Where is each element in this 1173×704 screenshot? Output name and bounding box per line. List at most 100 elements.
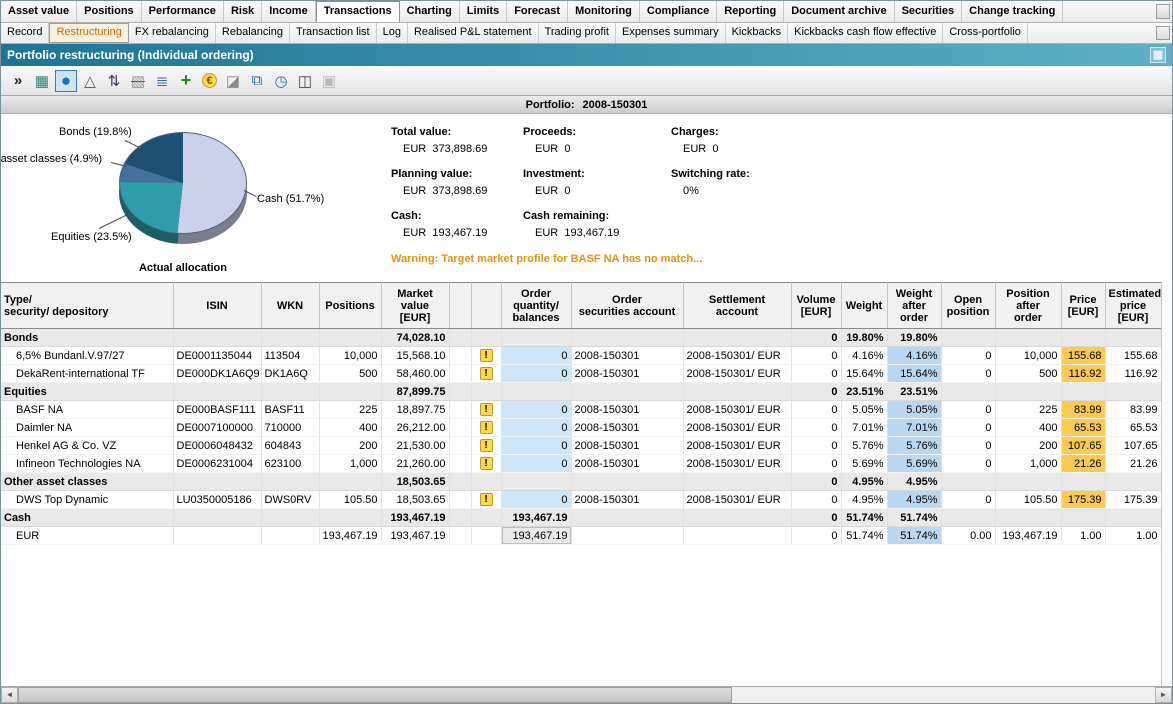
- clock-icon[interactable]: ◷: [270, 70, 292, 92]
- column-header-settlement-account[interactable]: Settlement account: [683, 283, 791, 329]
- subtabbar-overflow-button[interactable]: [1156, 26, 1170, 40]
- cell-order_qty[interactable]: 0: [501, 347, 571, 365]
- subtab-trading-profit[interactable]: Trading profit: [539, 23, 616, 43]
- tabbar-overflow-button[interactable]: [1156, 4, 1170, 19]
- tab-securities[interactable]: Securities: [895, 1, 963, 22]
- subtab-record[interactable]: Record: [1, 23, 49, 43]
- cell-order_qty: [501, 473, 571, 491]
- subtab-restructuring[interactable]: Restructuring: [49, 23, 128, 43]
- tab-reporting[interactable]: Reporting: [717, 1, 784, 22]
- tab-risk[interactable]: Risk: [224, 1, 262, 22]
- cell-order_account: 2008-150301: [571, 401, 683, 419]
- scroll-left-button[interactable]: ◄: [1, 687, 18, 703]
- security-row-basf-na[interactable]: BASF NADE000BASF111BASF1122518,897.75!02…: [1, 401, 1161, 419]
- subtab-log[interactable]: Log: [377, 23, 408, 43]
- globe-icon[interactable]: ●: [55, 70, 77, 92]
- tab-limits[interactable]: Limits: [460, 1, 507, 22]
- group-row-cash[interactable]: Cash193,467.19193,467.19051.74%51.74%: [1, 509, 1161, 527]
- security-row-infineon-technologies-na[interactable]: Infineon Technologies NADE00062310046231…: [1, 455, 1161, 473]
- cell-order_qty[interactable]: 0: [501, 401, 571, 419]
- scroll-right-button[interactable]: ►: [1155, 687, 1172, 703]
- tab-compliance[interactable]: Compliance: [640, 1, 717, 22]
- security-row-6-5-bundanl-v-97-27[interactable]: 6,5% Bundanl.V.97/27DE000113504411350410…: [1, 347, 1161, 365]
- warning-icon[interactable]: !: [480, 349, 493, 362]
- security-row-daimler-na[interactable]: Daimler NADE000710000071000040026,212.00…: [1, 419, 1161, 437]
- subtab-fx-rebalancing[interactable]: FX rebalancing: [129, 23, 216, 43]
- tab-positions[interactable]: Positions: [77, 1, 142, 22]
- column-header-type-security-depository[interactable]: Type/ security/ depository: [1, 283, 173, 329]
- column-header-volume-eur[interactable]: Volume [EUR]: [791, 283, 841, 329]
- group-row-other-asset-classes[interactable]: Other asset classes18,503.6504.95%4.95%: [1, 473, 1161, 491]
- positions-sort-icon[interactable]: ⇅: [103, 70, 125, 92]
- group-row-bonds[interactable]: Bonds74,028.10019.80%19.80%: [1, 329, 1161, 347]
- scrollbar-thumb[interactable]: [18, 687, 732, 703]
- column-header-weight[interactable]: Weight: [841, 283, 887, 329]
- chart-disabled-icon[interactable]: ▧: [127, 70, 149, 92]
- warning-icon[interactable]: !: [480, 493, 493, 506]
- summary-label: Cash remaining:: [523, 210, 671, 222]
- column-header-positions[interactable]: Positions: [319, 283, 381, 329]
- security-row-eur[interactable]: EUR193,467.19193,467.19193,467.19051.74%…: [1, 527, 1161, 545]
- column-header-weight-after-order[interactable]: Weight after order: [887, 283, 941, 329]
- tab-asset-value[interactable]: Asset value: [1, 1, 77, 22]
- subtab-realised-p-l-statement[interactable]: Realised P&L statement: [408, 23, 539, 43]
- delta-icon[interactable]: △: [79, 70, 101, 92]
- scrollbar-track[interactable]: [732, 687, 1155, 703]
- tab-monitoring[interactable]: Monitoring: [568, 1, 640, 22]
- column-header-wkn[interactable]: WKN: [261, 283, 319, 329]
- column-header-position-after-order[interactable]: Position after order: [995, 283, 1061, 329]
- paste-icon[interactable]: ⧉: [246, 70, 268, 92]
- column-header-price-eur[interactable]: Price [EUR]: [1061, 283, 1105, 329]
- report-table-icon[interactable]: ▦: [31, 70, 53, 92]
- cell-settlement: 2008-150301/ EUR: [683, 437, 791, 455]
- warning-icon[interactable]: !: [480, 457, 493, 470]
- subtab-kickbacks[interactable]: Kickbacks: [726, 23, 789, 43]
- tab-performance[interactable]: Performance: [142, 1, 224, 22]
- subtab-kickbacks-cash-flow-effective[interactable]: Kickbacks cash flow effective: [788, 23, 943, 43]
- security-row-dekarent-international-tf[interactable]: DekaRent-international TFDE000DK1A6Q9DK1…: [1, 365, 1161, 383]
- copy-icon[interactable]: ▣: [318, 70, 340, 92]
- column-header-estimated-price-eur[interactable]: Estimated price [EUR]: [1105, 283, 1161, 329]
- euro-icon[interactable]: €: [202, 73, 217, 88]
- cell-order_qty[interactable]: 0: [501, 491, 571, 509]
- tab-forecast[interactable]: Forecast: [507, 1, 568, 22]
- eraser-icon[interactable]: ◪: [222, 70, 244, 92]
- sliders-icon[interactable]: ≣: [151, 70, 173, 92]
- more-icon[interactable]: »: [7, 70, 29, 92]
- cell-order_qty[interactable]: 0: [501, 365, 571, 383]
- column-header-order-securities-account[interactable]: Order securities account: [571, 283, 683, 329]
- column-header-blank[interactable]: [471, 283, 501, 329]
- tab-document-archive[interactable]: Document archive: [784, 1, 894, 22]
- column-header-isin[interactable]: ISIN: [173, 283, 261, 329]
- warning-icon[interactable]: !: [480, 439, 493, 452]
- cell-order_qty[interactable]: 193,467.19: [501, 527, 571, 545]
- column-header-market-value-eur[interactable]: Market value [EUR]: [381, 283, 449, 329]
- titlebar-grid-icon[interactable]: ▦: [1150, 47, 1166, 63]
- tab-transactions[interactable]: Transactions: [316, 1, 400, 22]
- subtab-transaction-list[interactable]: Transaction list: [290, 23, 377, 43]
- vertical-scrollbar-track[interactable]: [1161, 282, 1172, 686]
- warning-cell: !: [471, 401, 501, 419]
- subtab-cross-portfolio[interactable]: Cross-portfolio: [943, 23, 1028, 43]
- cell-order_qty[interactable]: 0: [501, 455, 571, 473]
- security-row-dws-top-dynamic[interactable]: DWS Top DynamicLU0350005186DWS0RV105.501…: [1, 491, 1161, 509]
- group-row-equities[interactable]: Equities87,899.75023.51%23.51%: [1, 383, 1161, 401]
- tab-change-tracking[interactable]: Change tracking: [962, 1, 1063, 22]
- tab-charting[interactable]: Charting: [400, 1, 460, 22]
- column-header-blank[interactable]: [449, 283, 471, 329]
- warning-icon[interactable]: !: [480, 403, 493, 416]
- warning-icon[interactable]: !: [480, 367, 493, 380]
- cell-order_qty[interactable]: 0: [501, 437, 571, 455]
- horizontal-scrollbar[interactable]: ◄ ►: [1, 686, 1172, 703]
- subtab-expenses-summary[interactable]: Expenses summary: [616, 23, 726, 43]
- add-icon[interactable]: +: [175, 70, 197, 92]
- column-header-order-quantity-balances[interactable]: Order quantity/ balances: [501, 283, 571, 329]
- security-row-henkel-ag-co-vz[interactable]: Henkel AG & Co. VZDE00060484326048432002…: [1, 437, 1161, 455]
- subtab-rebalancing[interactable]: Rebalancing: [216, 23, 290, 43]
- cell-wkn: [261, 473, 319, 491]
- chart-magnifier-icon[interactable]: ◫: [294, 70, 316, 92]
- cell-order_qty[interactable]: 0: [501, 419, 571, 437]
- column-header-open-position[interactable]: Open position: [941, 283, 995, 329]
- warning-icon[interactable]: !: [480, 421, 493, 434]
- tab-income[interactable]: Income: [262, 1, 316, 22]
